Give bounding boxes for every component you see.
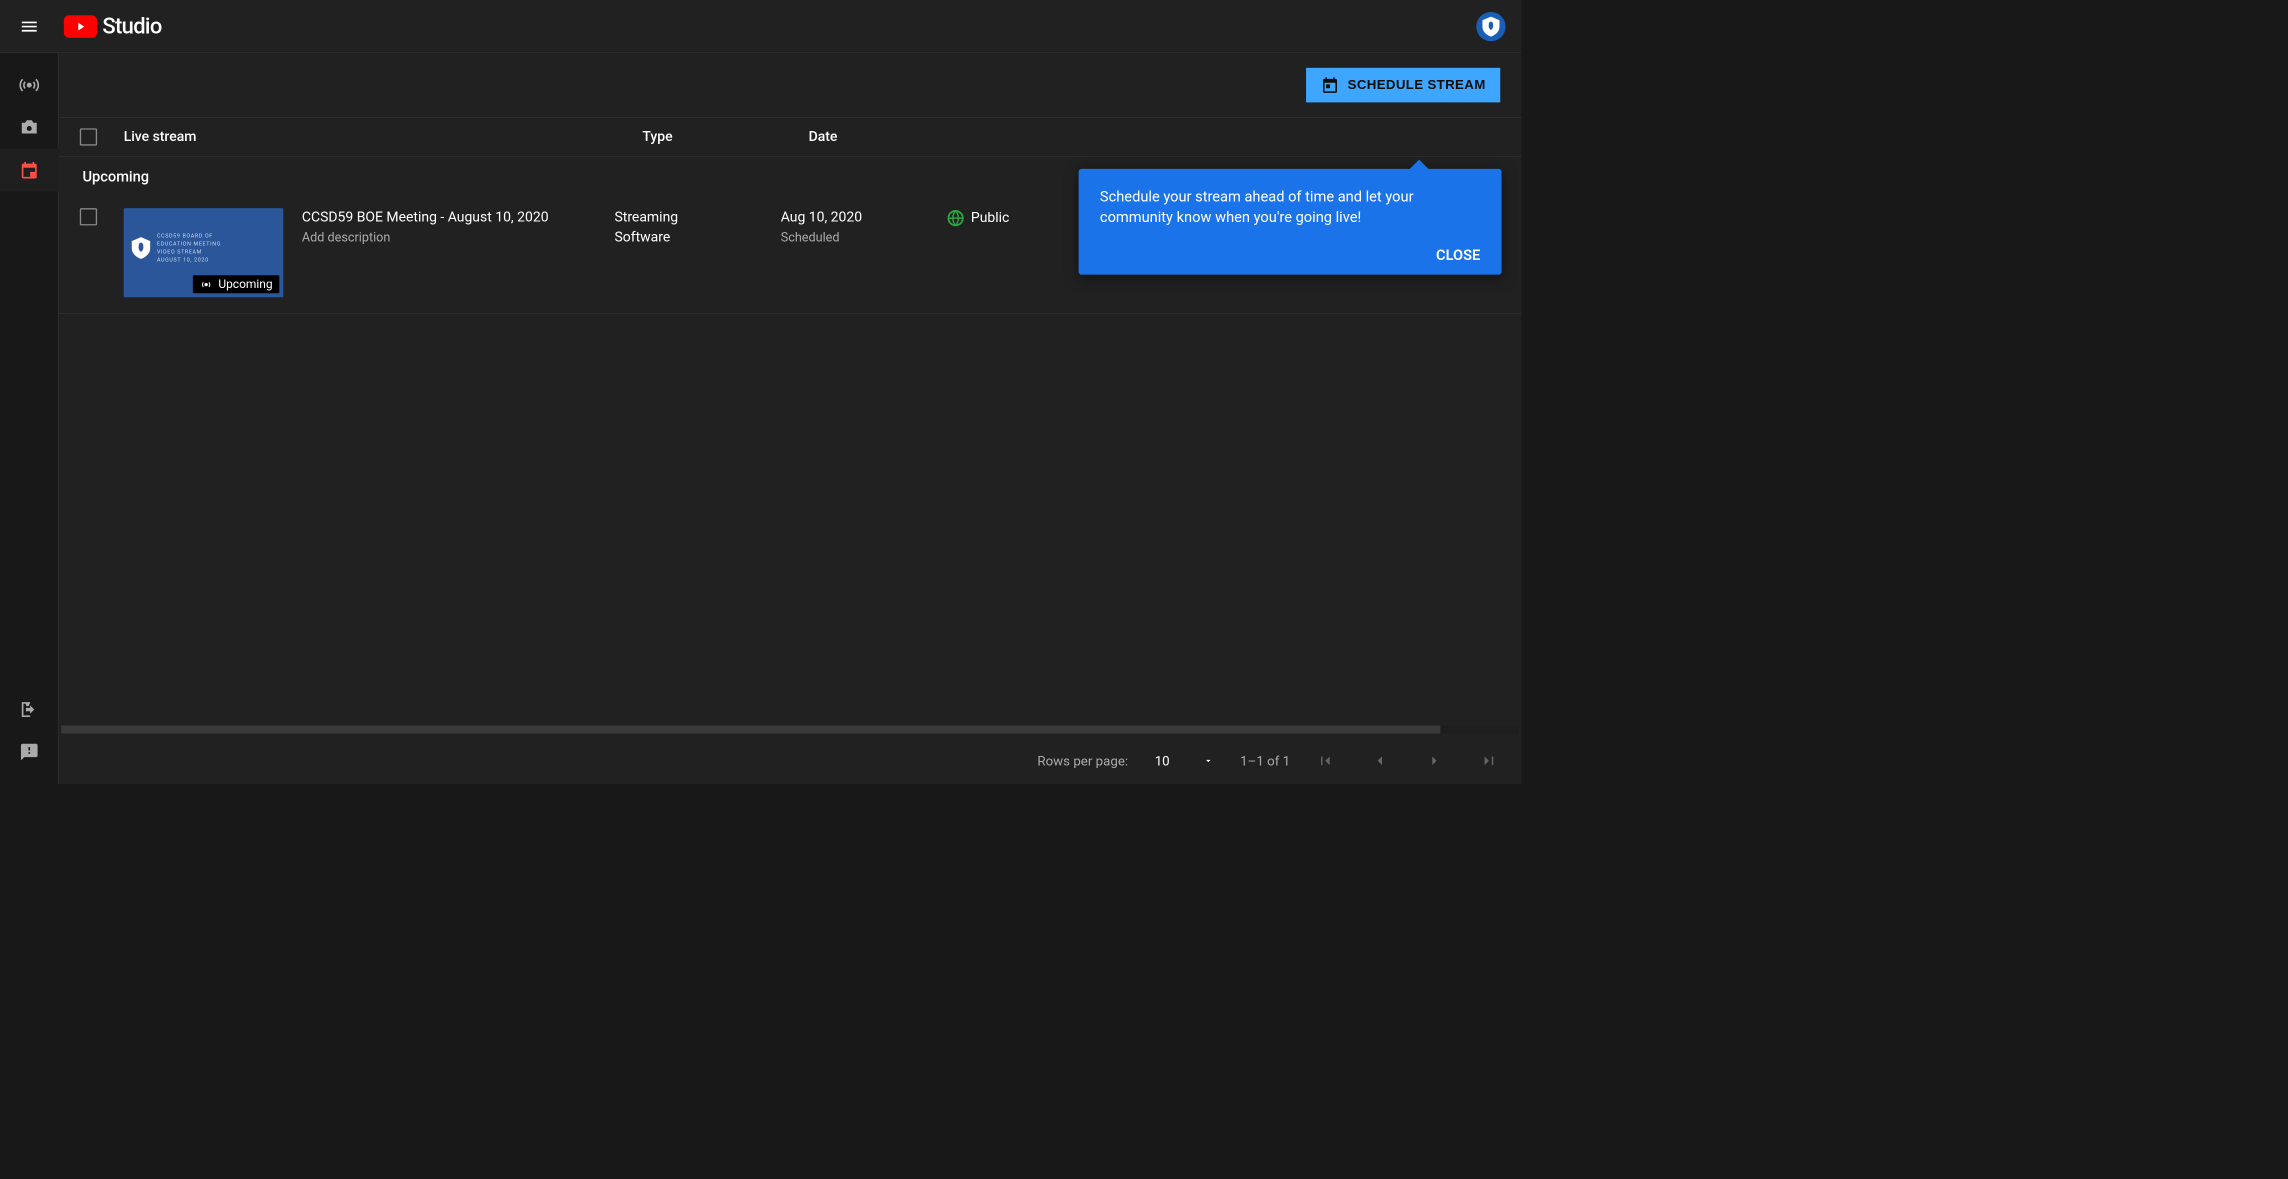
stream-date: Aug 10, 2020 Scheduled — [781, 208, 947, 245]
thumbnail-status-badge: Upcoming — [193, 275, 279, 293]
app-header: Studio — [0, 0, 1522, 53]
stream-thumbnail[interactable]: CCSD59 BOARD OF EDUCATION MEETING VIDEO … — [124, 208, 284, 297]
sidebar-item-stream[interactable] — [0, 64, 59, 107]
stream-type: Streaming Software — [614, 208, 780, 245]
main-content: SCHEDULE STREAM Live stream Type Date Up… — [59, 53, 1522, 784]
rows-per-page-select[interactable]: 10 — [1155, 753, 1214, 769]
page-range: 1–1 of 1 — [1240, 753, 1290, 769]
sidebar-item-exit[interactable] — [0, 688, 59, 731]
toolbar: SCHEDULE STREAM — [59, 53, 1522, 117]
select-all-checkbox[interactable] — [80, 128, 97, 145]
page-next-icon[interactable] — [1426, 752, 1443, 769]
sidebar-item-manage[interactable] — [0, 149, 59, 192]
left-sidebar — [0, 53, 59, 784]
thumbnail-text: CCSD59 BOARD OF EDUCATION MEETING VIDEO … — [157, 232, 221, 264]
horizontal-scrollbar[interactable] — [61, 726, 1519, 734]
youtube-play-icon — [64, 15, 97, 38]
studio-logo[interactable]: Studio — [64, 13, 162, 39]
live-icon — [200, 278, 213, 291]
logo-text: Studio — [102, 13, 161, 39]
globe-icon — [947, 209, 964, 226]
row-checkbox[interactable] — [80, 208, 97, 225]
calendar-icon — [1321, 76, 1340, 95]
table-header: Live stream Type Date — [59, 117, 1522, 157]
schedule-stream-button[interactable]: SCHEDULE STREAM — [1306, 68, 1500, 103]
column-type[interactable]: Type — [642, 129, 808, 145]
page-prev-icon[interactable] — [1371, 752, 1388, 769]
stream-description[interactable]: Add description — [302, 229, 615, 244]
shield-icon — [132, 237, 151, 260]
page-last-icon[interactable] — [1480, 752, 1497, 769]
schedule-tooltip: Schedule your stream ahead of time and l… — [1079, 169, 1502, 274]
column-livestream[interactable]: Live stream — [124, 129, 643, 145]
channel-avatar[interactable] — [1476, 12, 1505, 41]
rows-per-page-label: Rows per page: — [1037, 753, 1128, 769]
pagination-footer: Rows per page: 10 1–1 of 1 — [59, 737, 1522, 784]
column-date[interactable]: Date — [809, 129, 975, 145]
scrollbar-thumb[interactable] — [61, 726, 1440, 734]
tooltip-close-button[interactable]: CLOSE — [1100, 247, 1480, 264]
sidebar-item-feedback[interactable] — [0, 731, 59, 774]
tooltip-text: Schedule your stream ahead of time and l… — [1100, 188, 1480, 229]
hamburger-menu-icon[interactable] — [16, 13, 43, 40]
schedule-stream-label: SCHEDULE STREAM — [1348, 77, 1486, 92]
stream-title[interactable]: CCSD59 BOE Meeting - August 10, 2020 — [302, 209, 615, 225]
page-first-icon[interactable] — [1317, 752, 1334, 769]
chevron-down-icon — [1203, 755, 1214, 766]
sidebar-item-webcam[interactable] — [0, 106, 59, 149]
